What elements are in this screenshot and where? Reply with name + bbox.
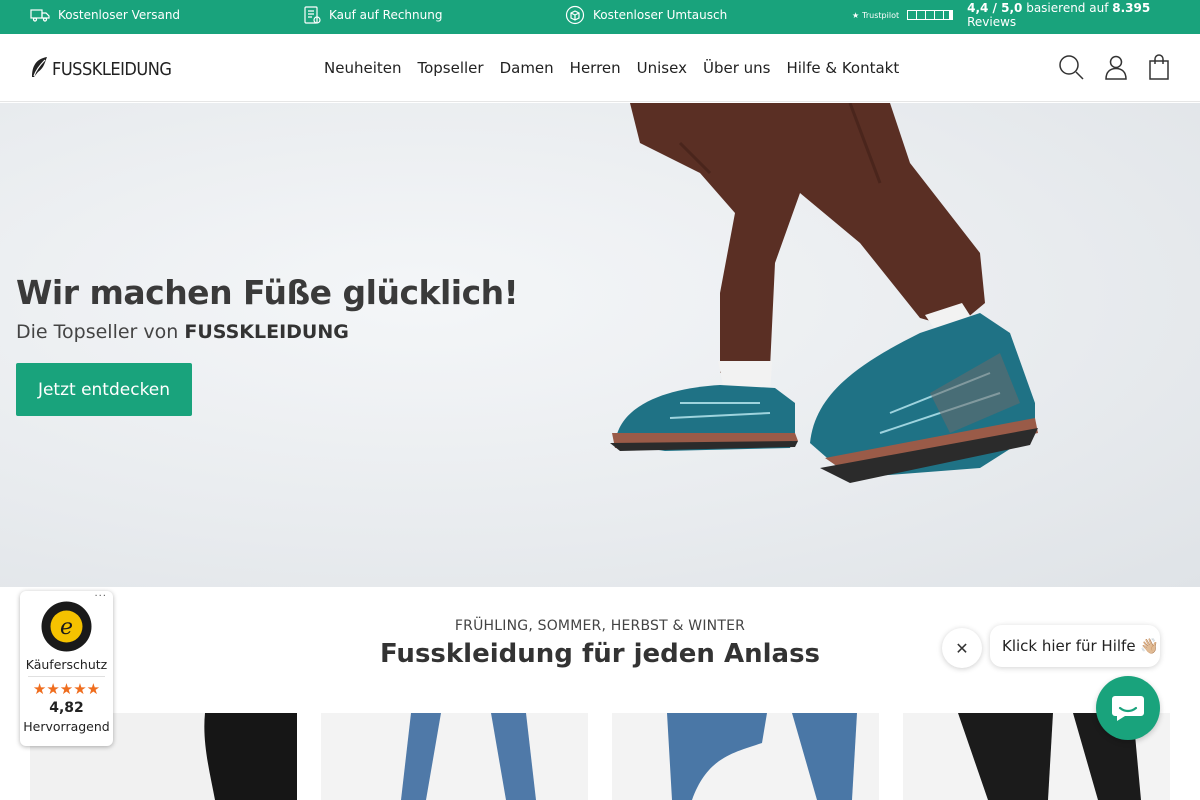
badge-grade: Hervorragend <box>23 719 110 734</box>
badge-score: 4,82 <box>49 700 84 716</box>
nav-item-unisex[interactable]: Unisex <box>637 59 687 77</box>
main-nav: Neuheiten Topseller Damen Herren Unisex … <box>324 34 899 102</box>
badge-label: Käuferschutz <box>25 657 108 672</box>
hero-subtitle-brand: FUSSKLEIDUNG <box>184 321 349 343</box>
hero-subtitle: Die Topseller von FUSSKLEIDUNG <box>16 321 349 343</box>
trustpilot-stars <box>907 10 954 20</box>
leaf-logo-icon <box>30 56 48 82</box>
chat-launcher-button[interactable] <box>1096 676 1160 740</box>
rating-based-on: basierend auf <box>1026 1 1109 15</box>
reviews-label: Reviews <box>967 15 1017 29</box>
truck-icon <box>30 8 50 22</box>
invoice-text: Kauf auf Rechnung <box>329 8 443 22</box>
shipping-info: Kostenloser Versand <box>30 0 180 30</box>
nav-item-hilfe-kontakt[interactable]: Hilfe & Kontakt <box>786 59 899 77</box>
exchange-info: Kostenloser Umtausch <box>565 0 727 30</box>
hero-title: Wir machen Füße glücklich! <box>16 273 519 312</box>
trustpilot-logo: ★ Trustpilot <box>852 10 900 20</box>
rating-summary: 4,4 / 5,0 basierend auf 8.395 Reviews <box>967 1 1200 29</box>
trustpilot-star-icon: ★ <box>852 10 860 20</box>
product-image <box>321 713 588 800</box>
chat-close-button[interactable]: ✕ <box>942 628 982 668</box>
discover-button[interactable]: Jetzt entdecken <box>16 363 192 416</box>
exchange-box-icon <box>565 5 585 25</box>
logo-text: FUSSKLEIDUNG <box>52 58 172 80</box>
svg-text:e: e <box>60 615 73 640</box>
chat-icon <box>1112 696 1144 721</box>
nav-item-ueber-uns[interactable]: Über uns <box>703 59 771 77</box>
search-icon[interactable] <box>1058 54 1084 84</box>
account-icon[interactable] <box>1104 54 1128 84</box>
hero-banner: Wir machen Füße glücklich! Die Topseller… <box>0 103 1200 587</box>
badge-menu-icon[interactable]: ··· <box>94 591 107 602</box>
hero-shoe-image <box>610 103 1038 483</box>
nav-item-damen[interactable]: Damen <box>500 59 554 77</box>
close-icon: ✕ <box>955 638 969 658</box>
reviews-count: 8.395 <box>1112 1 1151 15</box>
brand-logo[interactable]: FUSSKLEIDUNG <box>30 56 172 82</box>
site-header: FUSSKLEIDUNG Neuheiten Topseller Damen H… <box>0 34 1200 102</box>
invoice-icon <box>303 5 321 25</box>
shipping-text: Kostenloser Versand <box>58 8 181 22</box>
badge-divider <box>28 676 105 677</box>
trusted-shops-badge[interactable]: ··· e Käuferschutz ★★★★★ 4,82 Hervorrage… <box>20 591 113 746</box>
cart-icon[interactable] <box>1148 54 1170 84</box>
announcement-bar: Kostenloser Versand Kauf auf Rechnung Ko… <box>0 0 1200 34</box>
header-icons <box>1058 54 1170 84</box>
rating-value: 4,4 / 5,0 <box>967 1 1023 15</box>
product-image <box>612 713 879 800</box>
product-tile[interactable] <box>321 713 588 800</box>
nav-item-herren[interactable]: Herren <box>570 59 621 77</box>
hero-subtitle-prefix: Die Topseller von <box>16 321 179 343</box>
nav-item-topseller[interactable]: Topseller <box>417 59 483 77</box>
exchange-text: Kostenloser Umtausch <box>593 8 728 22</box>
badge-stars: ★★★★★ <box>32 680 101 698</box>
chat-help-bubble[interactable]: Klick hier für Hilfe 👋🏼 <box>990 625 1160 667</box>
trusted-shops-seal-icon: e <box>41 601 92 652</box>
trustpilot-rating[interactable]: ★ Trustpilot 4,4 / 5,0 basierend auf 8.3… <box>852 0 1200 30</box>
product-tile[interactable] <box>612 713 879 800</box>
nav-item-neuheiten[interactable]: Neuheiten <box>324 59 401 77</box>
invoice-info: Kauf auf Rechnung <box>303 0 442 30</box>
